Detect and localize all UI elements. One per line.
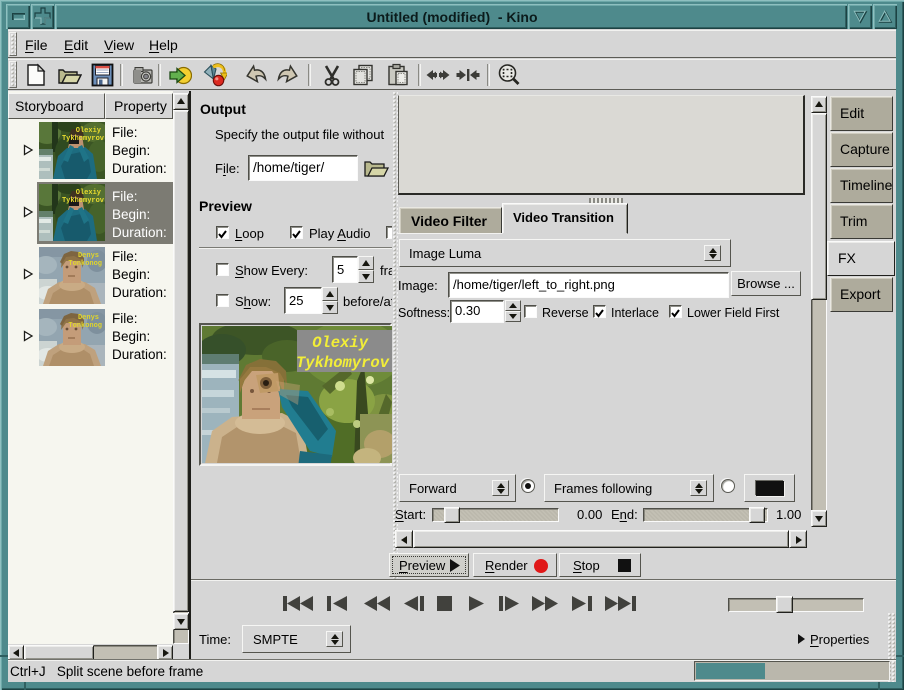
svg-text:Tykhomyrov: Tykhomyrov [296,354,390,372]
svg-text:Olexiy: Olexiy [312,334,369,352]
